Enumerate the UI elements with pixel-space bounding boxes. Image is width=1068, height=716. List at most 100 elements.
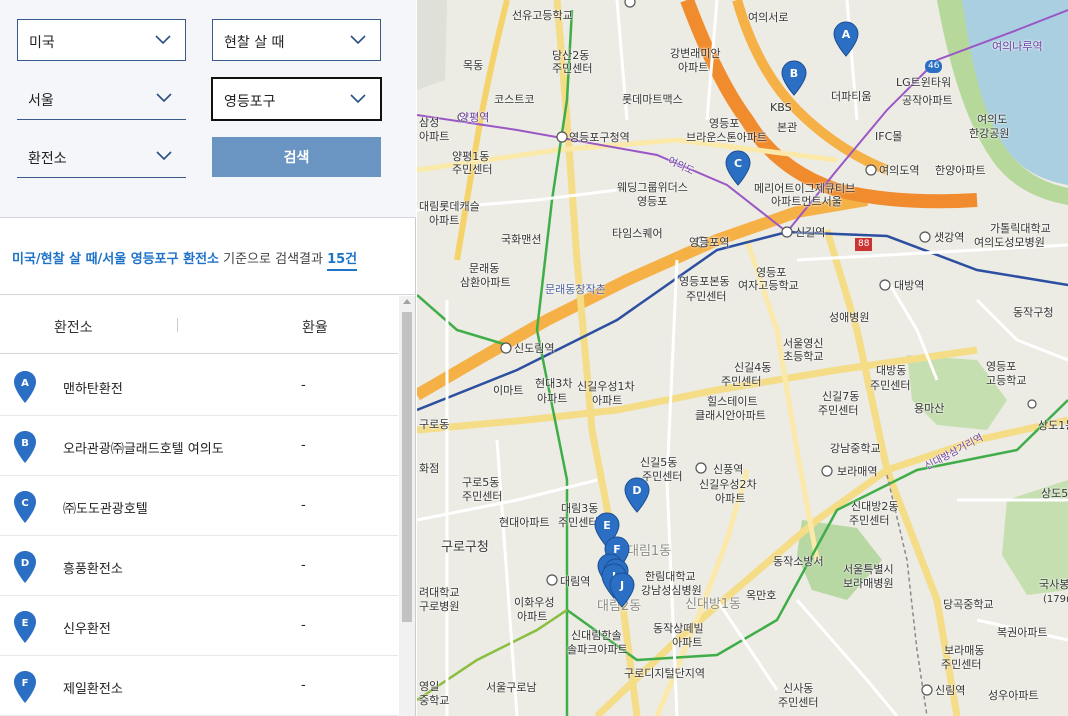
map-label: 문래동 [469,262,500,275]
map-label: IFC몰 [875,130,903,143]
map-label: 아파트 [592,394,623,407]
map-label: 한림대학교 [645,570,696,583]
map-label: 신대림한솔 [571,629,622,642]
table-row[interactable]: E 신우환전 - [0,596,398,656]
map-label: 신림역 [935,684,966,697]
scrollbar-thumb[interactable] [402,312,412,622]
map-label: 당산2동 [552,49,590,62]
table-row[interactable]: C ㈜도도관광호텔 - [0,476,398,536]
search-button[interactable]: 검색 [212,137,381,177]
exchange-name: 제일환전소 [63,682,123,697]
map-label: 삼환아파트 [460,276,511,289]
search-summary: 미국/현찰 살 때/서울 영등포구 환전소 기준으로 검색결과 15건 [12,248,358,271]
city-select-value: 서울 [28,93,54,109]
district-select[interactable]: 영등포구 [211,77,382,121]
column-divider [177,318,178,332]
map-label: 선유고등학교 [512,9,573,22]
map-label: 보라매동 [944,644,985,657]
map-label: 영등포구청역 [569,131,630,144]
map-label: 대림1동 [627,544,672,559]
exchange-name: 신우환전 [63,622,111,637]
map-label: 여의도성모병원 [974,236,1045,249]
map-label: 국화맨션 [501,233,542,246]
map-label: 영등포본동 [679,275,730,288]
map-label: 여의도역 [879,164,920,177]
map-marker-d[interactable]: D [624,477,650,513]
category-select[interactable]: 환전소 [17,136,186,178]
map-label: 주민센터 [686,290,727,303]
column-header-name: 환전소 [54,320,93,336]
district-select-value: 영등포구 [224,94,276,110]
filter-section: 미국 현찰 살 때 서울 영등포구 환전소 검색 [0,0,416,218]
exchange-rate: - [301,558,306,573]
table-row[interactable]: A 맨하탄환전 - [0,356,398,416]
map-label: 신길우성1차 [577,380,635,393]
marker-letter: B [790,67,798,80]
map-label: 이마트 [493,384,524,397]
map-view[interactable]: 여의서로 여의나루역 LG트윈타워 공작아파트 더파티움 KBS 본관 IFC몰… [417,0,1068,716]
marker-letter: E [603,519,611,532]
marker-letter: C [734,157,742,170]
map-label: 구로구청 [441,540,489,555]
map-label: 상도1동 [1038,419,1068,432]
map-label: 성우아파트 [988,689,1039,702]
map-label: 영등포 [986,360,1017,373]
chevron-down-icon [350,35,366,45]
map-label: 구로병원 [419,600,460,613]
map-label: 샛강역 [934,231,965,244]
country-select-value: 미국 [29,35,55,51]
map-label: 영등포 [756,266,787,279]
map-label: 롯데마트맥스 [622,93,683,106]
map-label: 현대3차 [535,377,573,390]
marker-letter: D [632,484,641,497]
pin-letter: B [21,438,29,449]
map-label: 당곡중학교 [943,598,994,611]
map-label: 영등포 [709,117,740,130]
map-label: 주민센터 [452,163,493,176]
map-label: 신길4동 [734,361,772,374]
table-row[interactable]: D 흥풍환전소 - [0,536,398,596]
map-label: 메리어트이그제큐티브 [754,182,856,195]
scroll-up-arrow[interactable] [403,299,411,304]
map-label: 클래시안아파트 [695,409,766,422]
map-marker-j[interactable]: J [609,572,635,608]
location-pin-icon: B [14,431,36,463]
map-label: 아파트 [517,610,548,623]
map-marker-a[interactable]: A [833,21,859,57]
map-label: 영일 [419,680,440,693]
map-label: 신대방1동 [685,597,742,612]
map-marker-c[interactable]: C [725,150,751,186]
map-label: 화점 [419,462,440,475]
transaction-type-select[interactable]: 현찰 살 때 [212,19,381,61]
route-46-sign: 46 [925,60,943,73]
map-label: 문래동창작촌 [545,283,606,296]
table-row[interactable]: F 제일환전소 - [0,656,398,716]
table-row[interactable]: B 오라관광㈜글래드호텔 여의도 - [0,416,398,476]
map-label: 본관 [777,121,798,134]
map-label: 강남성심병원 [641,584,702,597]
country-select[interactable]: 미국 [17,19,186,61]
scrollbar[interactable] [399,296,415,716]
location-pin-icon: D [14,551,36,583]
category-select-value: 환전소 [28,151,67,167]
map-label: LG트윈타워 [896,76,952,89]
map-label: 주민센터 [870,379,911,392]
map-label: 가톨릭대학교 [990,222,1051,235]
column-header-rate: 환율 [302,320,328,336]
exchange-name: 맨하탄환전 [63,382,123,397]
chevron-down-icon [350,94,366,104]
transaction-type-value: 현찰 살 때 [224,35,285,51]
map-label: 삼성 [419,116,440,129]
map-pin-icon: C [725,150,751,186]
map-label: 대림3동 [561,502,599,515]
map-marker-b[interactable]: B [781,60,807,96]
map-label: 브라운스톤아파트 [686,131,767,144]
city-select[interactable]: 서울 [17,78,186,120]
map-label: 고등학교 [986,374,1027,387]
map-label: 대방역 [894,279,925,292]
map-pin-icon: A [833,21,859,57]
search-panel: 미국 현찰 살 때 서울 영등포구 환전소 검색 미국/현찰 살 때/서울 영등… [0,0,416,716]
result-count: 15건 [327,252,358,271]
map-label: 양평역 [459,111,490,124]
map-label: KBS [770,101,792,114]
